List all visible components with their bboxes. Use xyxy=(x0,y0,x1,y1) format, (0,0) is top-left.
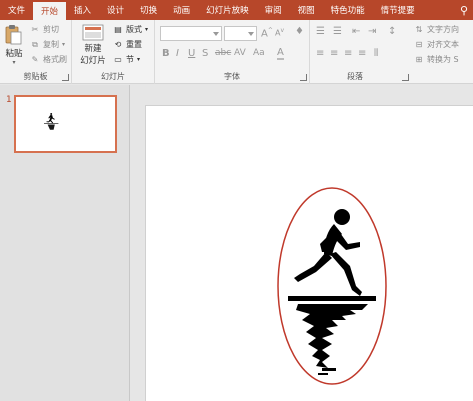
numbering-icon[interactable]: ☰ xyxy=(333,26,342,37)
slide-thumbnail[interactable] xyxy=(14,95,117,153)
paste-label: 粘贴 xyxy=(5,49,23,59)
font-size-combobox[interactable] xyxy=(224,26,257,41)
text-direction-label: 文字方向 xyxy=(427,25,459,34)
paste-icon xyxy=(5,25,22,45)
clear-formatting-icon[interactable]: ♦ xyxy=(295,26,304,37)
copy-icon: ⧉ xyxy=(32,39,38,49)
clipboard-launcher-icon[interactable] xyxy=(62,74,69,81)
underline-icon[interactable]: U xyxy=(188,48,195,59)
tab-storyboard[interactable]: 情节提要 xyxy=(373,0,423,20)
tab-file[interactable]: 文件 xyxy=(0,0,33,20)
increase-font-size-icon[interactable]: A^ xyxy=(261,27,273,39)
clipboard-group: 粘贴 ▾ ✂ 剪切 ⧉ 复制 ▾ ✎ 格式刷 剪贴板 xyxy=(0,20,72,84)
reset-label: 重置 xyxy=(126,40,142,49)
align-center-icon[interactable]: ≡ xyxy=(330,48,338,59)
ellipse-frame xyxy=(277,187,387,385)
layout-icon: ▤ xyxy=(114,25,122,34)
runner-reflection-image[interactable] xyxy=(146,106,473,401)
chevron-down-icon: ▾ xyxy=(137,56,141,63)
format-painter-label: 格式刷 xyxy=(43,55,67,64)
align-text-label: 对齐文本 xyxy=(427,40,459,49)
slide-canvas[interactable] xyxy=(145,105,473,401)
increase-indent-icon[interactable]: ⇥ xyxy=(368,26,376,37)
justify-icon[interactable]: ≡ xyxy=(358,48,366,59)
columns-icon[interactable]: ⫴ xyxy=(374,48,378,59)
cut-button[interactable]: ✂ 剪切 xyxy=(30,24,59,35)
new-slide-label-1: 新建 xyxy=(84,44,102,54)
chevron-down-icon: ▾ xyxy=(12,59,16,66)
format-painter-button[interactable]: ✎ 格式刷 xyxy=(30,54,67,65)
tab-design[interactable]: 设计 xyxy=(99,0,132,20)
reset-button[interactable]: ⟲ 重置 xyxy=(113,39,142,50)
paragraph-group-label: 段落 xyxy=(347,72,363,81)
character-spacing-icon[interactable]: AV xyxy=(234,48,246,58)
tab-insert[interactable]: 插入 xyxy=(66,0,99,20)
paste-button[interactable]: 粘贴 ▾ xyxy=(3,24,25,66)
decrease-indent-icon[interactable]: ⇤ xyxy=(352,26,360,37)
paragraph-group: ☰ ☰ ⇤ ⇥ ↕ ≡ ≡ ≡ ≡ ⫴ ⇅ 文字方向 ⊟ 对齐文本 ⊞ 转换为 … xyxy=(310,20,473,84)
tab-review[interactable]: 审阅 xyxy=(257,0,290,20)
font-color-icon[interactable]: A xyxy=(277,48,284,60)
tab-home[interactable]: 开始 xyxy=(33,2,67,20)
font-group: A^ Av ♦ B I U S abc AV Aa A 字体 xyxy=(155,20,310,84)
runner-thumbnail-image xyxy=(44,113,59,130)
change-case-icon[interactable]: Aa xyxy=(253,48,265,58)
smartart-icon: ⊞ xyxy=(415,55,423,64)
convert-smartart-button[interactable]: ⊞ 转换为 S xyxy=(414,54,459,65)
cut-label: 剪切 xyxy=(43,25,59,34)
chevron-down-icon xyxy=(248,32,254,36)
new-slide-button[interactable]: 新建 幻灯片 xyxy=(76,24,110,66)
section-button[interactable]: ▭ 节 ▾ xyxy=(113,54,140,65)
chevron-down-icon: ▾ xyxy=(145,26,149,33)
chevron-down-icon xyxy=(213,32,219,36)
text-direction-icon: ⇅ xyxy=(415,25,423,34)
brush-icon: ✎ xyxy=(31,55,39,64)
ribbon-tab-bar: 文件 开始 插入 设计 切换 动画 幻灯片放映 审阅 视图 特色功能 情节提要 … xyxy=(0,0,473,20)
new-slide-icon xyxy=(82,24,104,41)
align-left-icon[interactable]: ≡ xyxy=(316,48,324,59)
paragraph-launcher-icon[interactable] xyxy=(402,74,409,81)
layout-button[interactable]: ▤ 版式 ▾ xyxy=(113,24,148,35)
decrease-font-size-icon[interactable]: Av xyxy=(275,27,284,38)
slide-thumbnail-pane: 1 xyxy=(0,85,130,401)
reset-icon: ⟲ xyxy=(114,40,122,49)
align-right-icon[interactable]: ≡ xyxy=(344,48,352,59)
bold-icon[interactable]: B xyxy=(162,48,170,59)
slides-group-label: 幻灯片 xyxy=(101,72,125,81)
clipboard-group-label: 剪贴板 xyxy=(23,72,48,81)
font-name-combobox[interactable] xyxy=(160,26,222,41)
layout-label: 版式 xyxy=(126,25,142,34)
tab-transitions[interactable]: 切换 xyxy=(132,0,165,20)
bullets-icon[interactable]: ☰ xyxy=(316,26,325,37)
runner-reflection xyxy=(296,304,368,375)
chevron-down-icon: ▾ xyxy=(62,41,66,48)
copy-button[interactable]: ⧉ 复制 ▾ xyxy=(30,39,65,50)
section-label: 节 xyxy=(126,55,134,64)
lightbulb-icon[interactable]: ⚲ xyxy=(455,0,473,20)
slide-number: 1 xyxy=(6,95,12,105)
line-spacing-icon[interactable]: ↕ xyxy=(388,26,396,37)
font-group-label: 字体 xyxy=(224,72,240,81)
runner-silhouette xyxy=(288,209,376,301)
text-direction-button[interactable]: ⇅ 文字方向 xyxy=(414,24,459,35)
tab-animations[interactable]: 动画 xyxy=(165,0,198,20)
font-launcher-icon[interactable] xyxy=(300,74,307,81)
copy-label: 复制 xyxy=(43,40,59,49)
new-slide-label-2: 幻灯片 xyxy=(80,56,106,66)
shadow-icon[interactable]: S xyxy=(202,48,208,59)
slide-editor xyxy=(131,85,473,401)
align-text-button[interactable]: ⊟ 对齐文本 xyxy=(414,39,459,50)
scissors-icon: ✂ xyxy=(31,25,39,34)
tab-slideshow[interactable]: 幻灯片放映 xyxy=(198,0,257,20)
tab-view[interactable]: 视图 xyxy=(290,0,323,20)
italic-icon[interactable]: I xyxy=(176,48,179,59)
ribbon: 粘贴 ▾ ✂ 剪切 ⧉ 复制 ▾ ✎ 格式刷 剪贴板 新建 幻灯片 ▤ 版式 ▾… xyxy=(0,20,473,84)
convert-label: 转换为 S xyxy=(427,55,459,64)
align-text-icon: ⊟ xyxy=(415,40,423,49)
tab-features[interactable]: 特色功能 xyxy=(323,0,373,20)
section-icon: ▭ xyxy=(114,55,122,64)
slides-group: 新建 幻灯片 ▤ 版式 ▾ ⟲ 重置 ▭ 节 ▾ 幻灯片 xyxy=(72,20,155,84)
strikethrough-icon[interactable]: abc xyxy=(215,48,231,58)
